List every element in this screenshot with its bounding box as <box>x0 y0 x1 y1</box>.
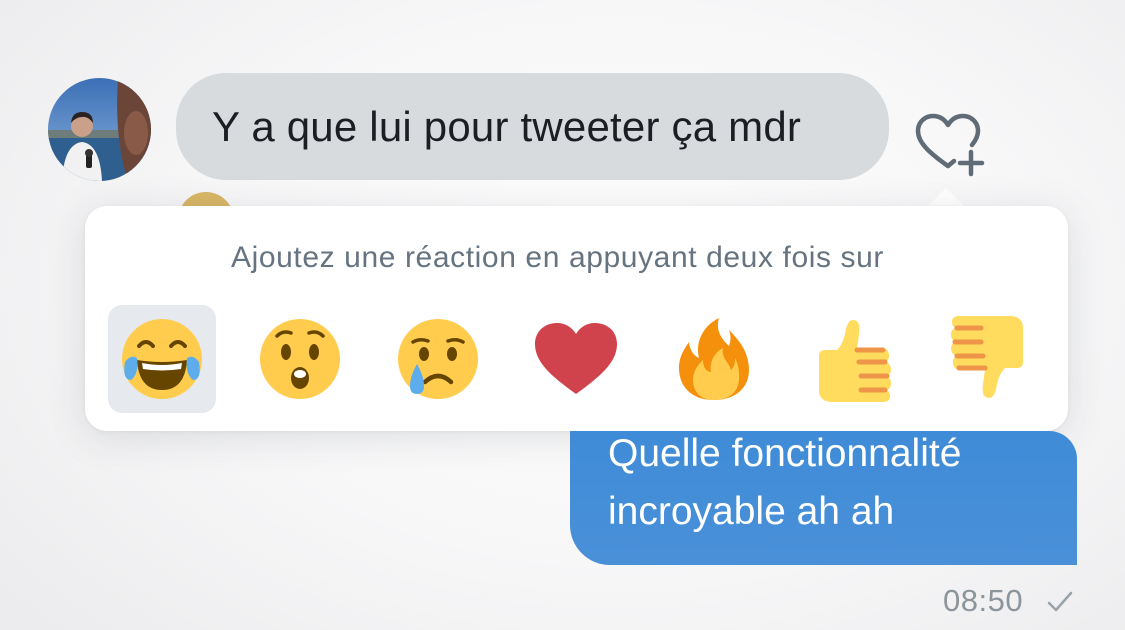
thumbs-up-icon <box>819 320 891 402</box>
add-reaction-heart-icon[interactable] <box>910 110 988 180</box>
fire-icon <box>679 318 749 400</box>
reaction-surprised-button[interactable] <box>246 305 354 413</box>
red-heart-icon <box>535 323 617 394</box>
hushed-face-icon <box>260 319 340 399</box>
sent-check-icon <box>1047 591 1073 612</box>
reaction-crying-button[interactable] <box>384 305 492 413</box>
reaction-hint-text: Ajoutez une réaction en appuyant deux fo… <box>230 241 884 274</box>
reaction-heart-button[interactable] <box>522 305 630 413</box>
reaction-fire-button[interactable] <box>660 305 768 413</box>
outgoing-message-line-2: incroyable ah ah <box>608 490 895 533</box>
popover-arrow <box>926 188 966 208</box>
thumbs-down-icon <box>951 316 1023 398</box>
crying-face-icon <box>398 319 478 399</box>
reaction-thumbs-down-button[interactable] <box>936 305 1044 413</box>
message-timestamp: 08:50 <box>943 583 1024 618</box>
incoming-message-text: Y a que lui pour tweeter ça mdr <box>212 102 802 150</box>
reaction-thumbs-up-button[interactable] <box>798 305 906 413</box>
face-with-tears-of-joy-icon <box>122 319 202 399</box>
outgoing-message-bubble[interactable]: Quelle fonctionnalité incroyable ah ah <box>570 431 1077 565</box>
incoming-message-bubble[interactable]: Y a que lui pour tweeter ça mdr <box>176 73 889 180</box>
outgoing-message-line-1: Quelle fonctionnalité <box>608 432 962 475</box>
reaction-tears-of-joy-button[interactable] <box>108 305 216 413</box>
sender-avatar[interactable] <box>48 78 151 181</box>
